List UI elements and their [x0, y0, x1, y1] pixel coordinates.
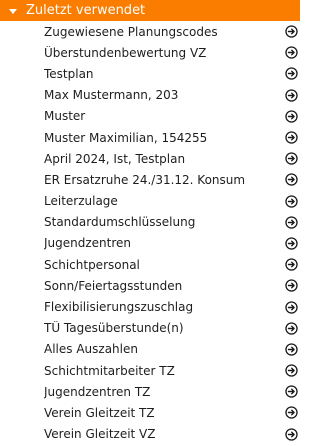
- arrow-right-circle-icon[interactable]: [285, 131, 298, 144]
- arrow-right-circle-icon[interactable]: [285, 25, 298, 38]
- list-item-label: Sonn/Feiertagsstunden: [44, 278, 183, 293]
- list-item-label: Schichtpersonal: [44, 257, 140, 272]
- list-item-label: Leiterzulage: [44, 194, 118, 209]
- list-item-label: Jugendzentren: [44, 236, 132, 251]
- recent-items-list: Zugewiesene Planungscodes Überstundenbewe…: [0, 21, 300, 445]
- arrow-right-circle-icon[interactable]: [285, 237, 298, 250]
- list-item[interactable]: ER Ersatzruhe 24./31.12. Konsum: [0, 169, 300, 190]
- list-item[interactable]: Schichtmitarbeiter TZ: [0, 360, 300, 381]
- recently-used-panel: Zuletzt verwendet Zugewiesene Planungsco…: [0, 0, 300, 446]
- list-item-label: TÜ Tagesüberstunde(n): [44, 321, 184, 336]
- list-item-label: Testplan: [44, 66, 94, 81]
- arrow-right-circle-icon[interactable]: [285, 258, 298, 271]
- list-item-label: April 2024, Ist, Testplan: [44, 151, 186, 166]
- list-item[interactable]: Sonn/Feiertagsstunden: [0, 275, 300, 296]
- arrow-right-circle-icon[interactable]: [285, 343, 298, 356]
- arrow-right-circle-icon[interactable]: [285, 322, 298, 335]
- list-item-label: Jugendzentren TZ: [44, 384, 151, 399]
- list-item-label: Standardumschlüsselung: [44, 215, 196, 230]
- list-item[interactable]: Jugendzentren: [0, 233, 300, 254]
- list-item[interactable]: Standardumschlüsselung: [0, 212, 300, 233]
- section-header[interactable]: Zuletzt verwendet: [0, 0, 300, 21]
- arrow-right-circle-icon[interactable]: [285, 194, 298, 208]
- list-item[interactable]: Max Mustermann, 203: [0, 85, 300, 106]
- list-item-label: ER Ersatzruhe 24./31.12. Konsum: [44, 172, 246, 187]
- arrow-right-circle-icon[interactable]: [285, 216, 298, 229]
- list-item[interactable]: Alles Auszahlen: [0, 339, 300, 360]
- list-item[interactable]: Schichtpersonal: [0, 254, 300, 275]
- list-item[interactable]: Muster Maximilian, 154255: [0, 127, 300, 148]
- list-item-label: Schichtmitarbeiter TZ: [44, 363, 175, 378]
- arrow-right-circle-icon[interactable]: [285, 406, 298, 420]
- arrow-right-circle-icon[interactable]: [285, 385, 298, 398]
- list-item-label: Überstundenbewertung VZ: [44, 45, 207, 60]
- list-item[interactable]: Testplan: [0, 63, 300, 84]
- list-item[interactable]: TÜ Tagesüberstunde(n): [0, 318, 300, 339]
- arrow-right-circle-icon[interactable]: [285, 67, 298, 81]
- arrow-right-circle-icon[interactable]: [285, 46, 298, 59]
- list-item[interactable]: April 2024, Ist, Testplan: [0, 148, 300, 169]
- arrow-right-circle-icon[interactable]: [285, 173, 298, 187]
- arrow-right-circle-icon[interactable]: [285, 300, 298, 314]
- list-item-label: Verein Gleitzeit VZ: [44, 427, 156, 442]
- arrow-right-circle-icon[interactable]: [285, 88, 298, 102]
- list-item-label: Verein Gleitzeit TZ: [44, 405, 155, 420]
- list-item[interactable]: Flexibilisierungszuschlag: [0, 296, 300, 317]
- list-item[interactable]: Verein Gleitzeit TZ: [0, 402, 300, 423]
- section-title: Zuletzt verwendet: [26, 3, 146, 18]
- arrow-right-circle-icon[interactable]: [285, 427, 298, 441]
- arrow-right-circle-icon[interactable]: [285, 152, 298, 165]
- list-item-label: Flexibilisierungszuschlag: [44, 300, 194, 315]
- list-item[interactable]: Leiterzulage: [0, 191, 300, 212]
- list-item[interactable]: Muster: [0, 106, 300, 127]
- list-item-label: Muster Maximilian, 154255: [44, 130, 208, 145]
- caret-down-icon[interactable]: [9, 8, 17, 14]
- list-item[interactable]: Jugendzentren TZ: [0, 381, 300, 402]
- arrow-right-circle-icon[interactable]: [285, 110, 298, 123]
- list-item-label: Alles Auszahlen: [44, 342, 138, 357]
- list-item-label: Zugewiesene Planungscodes: [44, 24, 218, 39]
- list-item[interactable]: Zugewiesene Planungscodes: [0, 21, 300, 42]
- list-item[interactable]: Überstundenbewertung VZ: [0, 42, 300, 63]
- list-item[interactable]: Verein Gleitzeit VZ: [0, 424, 300, 445]
- list-item-label: Muster: [44, 109, 86, 124]
- arrow-right-circle-icon[interactable]: [285, 364, 298, 377]
- list-item-label: Max Mustermann, 203: [44, 88, 179, 103]
- arrow-right-circle-icon[interactable]: [285, 279, 298, 293]
